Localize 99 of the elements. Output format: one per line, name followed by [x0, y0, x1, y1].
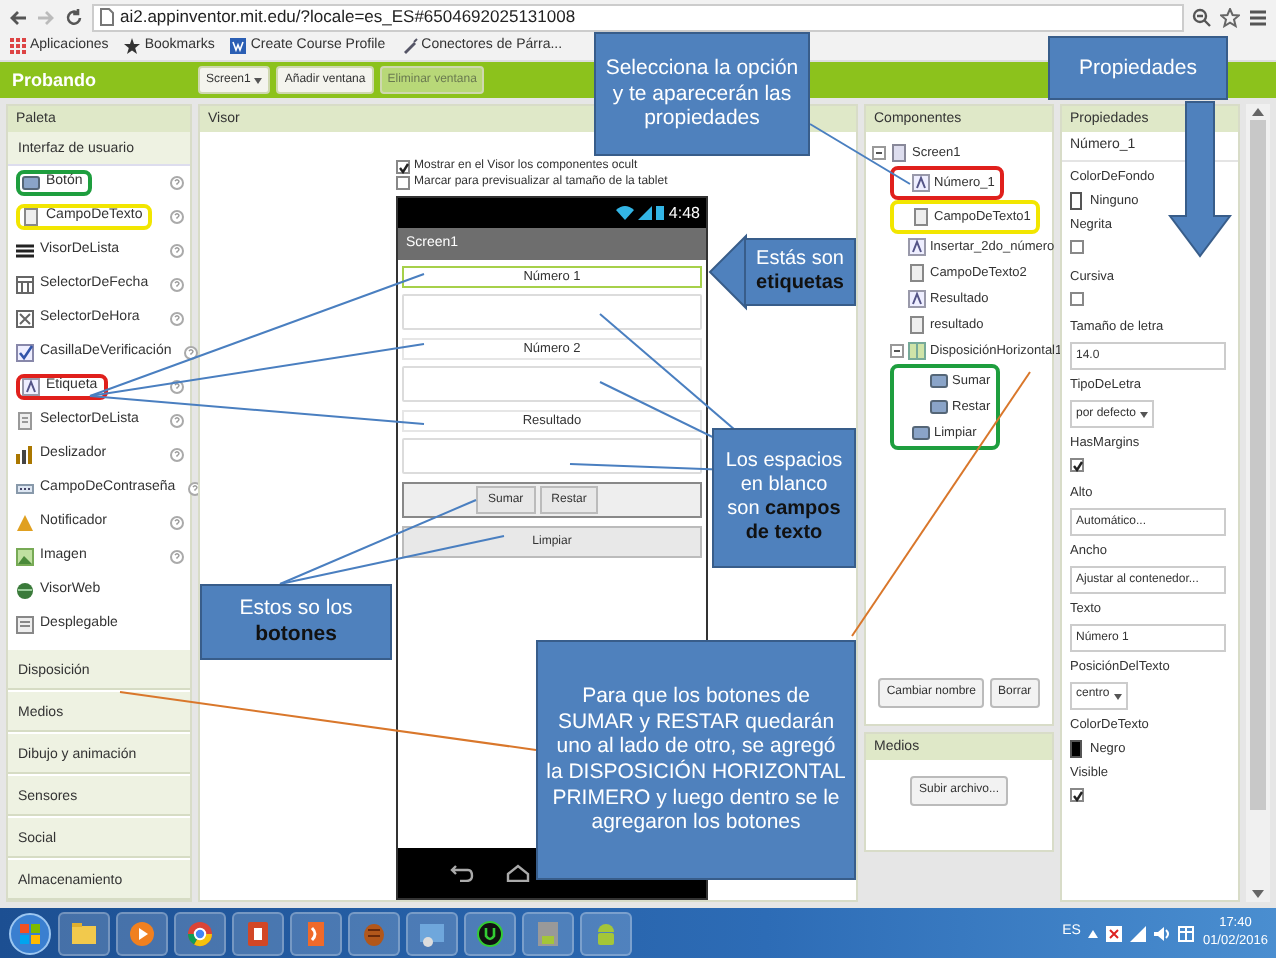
color-swatch[interactable]: [1070, 192, 1082, 211]
input-field[interactable]: [402, 365, 702, 402]
annotation-callout: Selecciona la opción y te aparecerán las propiedades: [594, 32, 810, 156]
help-icon[interactable]: [170, 278, 184, 292]
glove-icon: [360, 919, 388, 947]
label-icon: [908, 290, 926, 308]
layout-icon: [908, 342, 926, 360]
taskbar-button[interactable]: [116, 911, 168, 955]
apps-grid-icon: [10, 38, 26, 55]
annotation-callout: Los espacios en blanco son campos de texto: [712, 428, 856, 568]
document-icon: [302, 919, 330, 947]
checkbox[interactable]: [396, 176, 410, 191]
checkbox[interactable]: [1070, 788, 1084, 803]
button-icon: [22, 174, 40, 192]
help-icon[interactable]: [170, 448, 184, 462]
textbox-icon: [22, 208, 40, 226]
home-icon[interactable]: [506, 864, 530, 883]
robot-icon: [534, 919, 562, 947]
address-bar[interactable]: ai2.appinventor.mit.edu/?locale=es_ES#6504692025131008: [92, 3, 1184, 31]
dropdown-icon: [16, 616, 34, 634]
reload-icon[interactable]: [64, 7, 84, 27]
taskbar-button[interactable]: [58, 911, 110, 955]
hourglass-icon: [16, 310, 34, 328]
back-icon[interactable]: [450, 864, 474, 883]
checkbox[interactable]: [1070, 458, 1084, 473]
control-panel-icon: [418, 919, 446, 947]
collapse-icon[interactable]: [890, 344, 904, 358]
star-icon: [124, 38, 141, 55]
folder-icon: [70, 919, 98, 947]
checkbox[interactable]: [1070, 291, 1084, 306]
checkbox[interactable]: [396, 160, 410, 175]
page-icon: [100, 8, 114, 26]
help-icon[interactable]: [170, 210, 184, 224]
star-icon[interactable]: [1220, 7, 1240, 27]
textbox-icon: [908, 316, 926, 334]
warning-icon: [16, 514, 34, 532]
caret-icon: [254, 76, 263, 84]
browser-icon: [186, 919, 214, 947]
status-time: 4:48: [668, 203, 700, 223]
flag-icon[interactable]: [1106, 925, 1123, 941]
help-icon[interactable]: [170, 414, 184, 428]
help-icon[interactable]: [170, 550, 184, 564]
annotation-callout: Estos so los botones: [200, 584, 392, 660]
checkbox-icon: [16, 344, 34, 362]
annotation-callout: Propiedades: [1048, 36, 1228, 100]
annotation-callout: Para que los botones de SUMAR y RESTAR quedarán uno al lado de otro, se agregó la DISPOSICIÓN HORIZONTAL PRIMERO y luego dentro se le agregaron los botones: [536, 640, 856, 880]
wifi-icon: [616, 205, 635, 220]
textbox-icon: [912, 208, 930, 226]
taskbar-button[interactable]: [174, 911, 226, 955]
tray-arrow-icon[interactable]: [1088, 929, 1099, 937]
scroll-up-icon[interactable]: [1252, 108, 1264, 116]
url-text: ai2.appinventor.mit.edu/?locale=es_ES#6504692025131008: [120, 6, 576, 28]
start-button[interactable]: [8, 911, 52, 955]
project-title: Probando: [12, 69, 96, 91]
caret-icon: [1113, 692, 1122, 701]
play-icon: [128, 919, 156, 947]
image-icon: [16, 548, 34, 566]
taskbar-button[interactable]: [348, 911, 400, 955]
pen-icon: [401, 38, 418, 55]
help-icon[interactable]: [170, 312, 184, 326]
back-icon[interactable]: [8, 7, 28, 27]
signal-icon: [638, 205, 653, 220]
document-icon: [230, 38, 247, 55]
color-swatch[interactable]: [1070, 740, 1082, 759]
help-icon[interactable]: [170, 176, 184, 190]
input-field[interactable]: [402, 437, 702, 474]
globe-icon: [16, 582, 34, 600]
help-icon[interactable]: [183, 346, 198, 360]
calendar-icon: [16, 276, 34, 294]
menu-icon[interactable]: [1248, 7, 1268, 27]
circle-app-icon: [476, 919, 504, 947]
textbox-icon: [908, 264, 926, 282]
zoom-icon[interactable]: [1192, 7, 1212, 27]
input-field[interactable]: [402, 293, 702, 330]
bar-chart-icon: [16, 446, 34, 464]
taskbar-button[interactable]: [464, 911, 516, 955]
network-icon[interactable]: [1130, 925, 1147, 941]
list-picker-icon: [16, 412, 34, 430]
label-icon: [22, 378, 40, 396]
speaker-icon[interactable]: [1154, 925, 1171, 941]
phone-icon: [890, 144, 908, 162]
android-icon: [592, 919, 620, 947]
checkbox[interactable]: [1070, 240, 1084, 255]
label-icon: [908, 238, 926, 256]
leader-line: [809, 123, 911, 185]
slides-icon: [244, 919, 272, 947]
help-icon[interactable]: [170, 244, 184, 258]
scroll-down-icon[interactable]: [1252, 890, 1264, 898]
taskbar-button[interactable]: [406, 911, 458, 955]
collapse-icon[interactable]: [872, 146, 886, 160]
help-icon[interactable]: [170, 516, 184, 530]
password-icon: [16, 480, 34, 498]
taskbar-button[interactable]: [232, 911, 284, 955]
window-icon[interactable]: [1178, 925, 1195, 941]
list-icon: [16, 242, 34, 260]
battery-icon: [656, 204, 665, 221]
scrollbar[interactable]: [1246, 104, 1270, 902]
caret-icon: [1140, 410, 1149, 419]
label-icon: [912, 174, 930, 192]
